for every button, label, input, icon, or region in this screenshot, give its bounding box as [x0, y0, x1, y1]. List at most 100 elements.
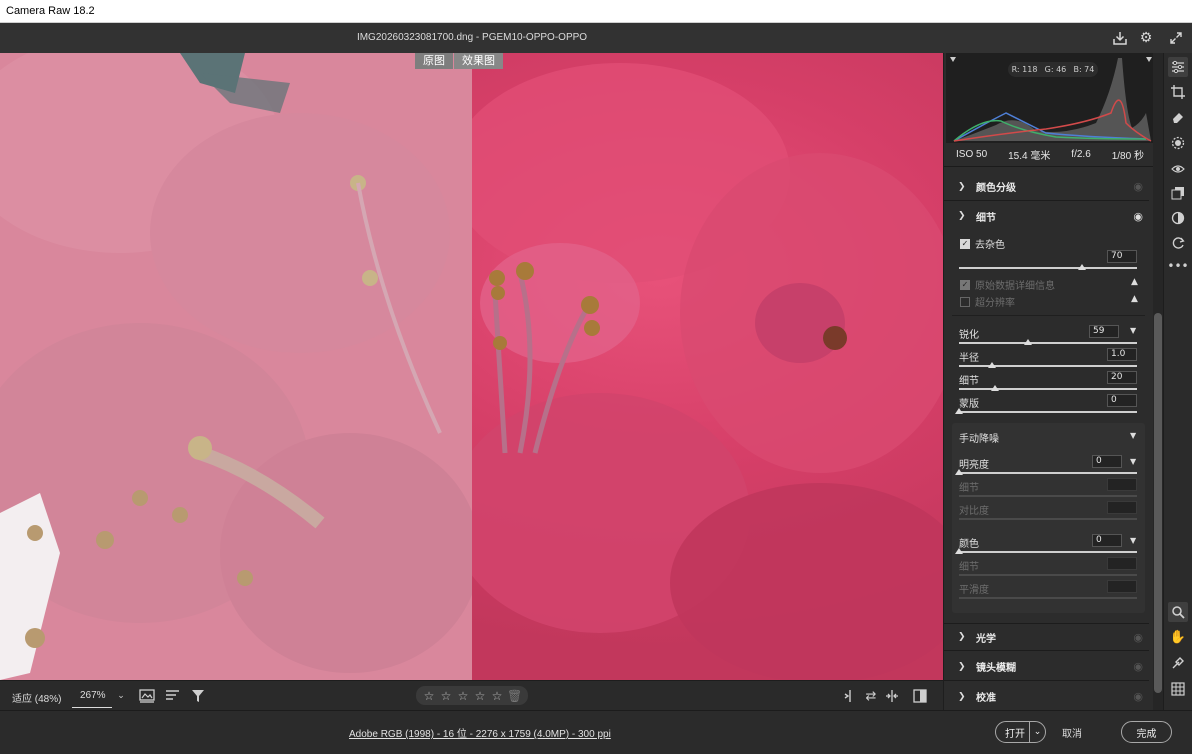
hand-icon[interactable]: ✋ — [1168, 627, 1188, 647]
detail-value-field[interactable]: 20 — [1107, 371, 1137, 384]
before-label: 原图 — [415, 53, 453, 69]
crop-icon[interactable] — [1168, 82, 1188, 102]
section-detail[interactable]: ❯ 细节 ◉ — [944, 202, 1149, 230]
cancel-button[interactable]: 取消 — [1062, 725, 1082, 740]
eraser-icon[interactable] — [1168, 107, 1188, 127]
eye-icon[interactable]: ◉ — [1133, 180, 1143, 193]
fit-zoom-option[interactable]: 适应 (48%) — [12, 690, 61, 705]
denoise-value-field[interactable]: 70 — [1107, 250, 1137, 263]
denoise-checkbox[interactable]: ✓ 去杂色 — [960, 236, 1005, 251]
color-sampler-icon[interactable] — [1168, 653, 1188, 673]
expand-triangle-icon[interactable]: ▼ — [1130, 536, 1136, 545]
checkmark-icon: ✓ — [960, 238, 970, 249]
luminance-slider-thumb[interactable] — [955, 469, 963, 475]
grid-icon[interactable] — [1168, 679, 1188, 699]
scrollbar-thumb[interactable] — [1154, 313, 1162, 693]
star-1-icon[interactable]: ☆ — [422, 689, 436, 703]
raw-details-checkbox[interactable]: ✓ 原始数据详细信息 — [960, 277, 1055, 292]
sharpening-slider[interactable] — [959, 342, 1137, 344]
eye-icon[interactable]: ◉ — [1133, 690, 1143, 703]
edit-sliders-icon[interactable] — [1168, 57, 1188, 77]
red-eye-icon[interactable] — [1168, 159, 1188, 179]
header-bar: IMG20260323081700.dng - PGEM10-OPPO-OPPO… — [0, 23, 1192, 53]
presets-icon[interactable] — [1168, 208, 1188, 228]
filter-icon[interactable] — [189, 687, 207, 705]
expand-triangle-icon[interactable]: ▼ — [1130, 431, 1136, 440]
expand-triangle-icon[interactable]: ▼ — [1130, 326, 1136, 335]
eye-icon[interactable]: ◉ — [1133, 631, 1143, 644]
color-smoothness-slider — [959, 597, 1137, 599]
eye-icon[interactable]: ◉ — [1133, 210, 1143, 223]
copy-settings-icon[interactable] — [883, 687, 901, 705]
denoise-slider-thumb[interactable] — [1078, 264, 1086, 270]
panel-scrollbar[interactable] — [1153, 53, 1163, 710]
star-rating[interactable]: ☆ ☆ ☆ ☆ ☆ 🗑 — [416, 686, 528, 705]
denoise-slider[interactable] — [959, 267, 1137, 269]
masking-value-field[interactable]: 0 — [1107, 394, 1137, 407]
denoise-label: 去杂色 — [975, 240, 1005, 251]
sharpening-slider-thumb[interactable] — [1024, 339, 1032, 345]
histogram: R: 118 G: 46 B: 74 — [946, 53, 1154, 143]
luminance-slider[interactable] — [959, 472, 1137, 474]
luminance-contrast-label: 对比度 — [959, 506, 989, 517]
more-icon[interactable]: ••• — [1167, 256, 1188, 276]
iso-value: ISO 50 — [956, 149, 988, 160]
section-calibration[interactable]: ❯ 校准 ◉ — [944, 683, 1149, 711]
chevron-down-icon[interactable]: ⌄ — [112, 687, 130, 705]
radius-slider[interactable] — [959, 365, 1137, 367]
super-resolution-label: 超分辨率 — [975, 298, 1015, 309]
detail-slider[interactable] — [959, 388, 1137, 390]
luminance-label: 明亮度 — [959, 460, 989, 471]
color-slider-thumb[interactable] — [955, 548, 963, 554]
snapshots-icon[interactable] — [1168, 233, 1188, 253]
detail-slider-thumb[interactable] — [991, 385, 999, 391]
eye-icon[interactable]: ◉ — [1133, 660, 1143, 673]
layers-icon[interactable] — [1168, 183, 1188, 203]
chevron-right-icon: ❯ — [958, 661, 966, 672]
color-slider[interactable] — [959, 551, 1137, 553]
radius-value-field[interactable]: 1.0 — [1107, 348, 1137, 361]
zoom-level-select[interactable]: 267% — [72, 684, 112, 708]
super-resolution-checkbox[interactable]: 超分辨率 — [960, 294, 1015, 309]
section-optics[interactable]: ❯ 光学 ◉ — [944, 623, 1149, 651]
manual-nr-label[interactable]: 手动降噪 — [959, 430, 999, 445]
section-lens-blur[interactable]: ❯ 镜头模糊 ◉ — [944, 653, 1149, 681]
shutter-value: 1/80 秒 — [1111, 151, 1144, 162]
expand-triangle-icon[interactable]: ▼ — [1130, 457, 1136, 466]
fullscreen-icon[interactable] — [1166, 28, 1186, 48]
section-color-grading[interactable]: ❯ 颜色分级 ◉ — [944, 173, 1149, 201]
before-preview — [0, 53, 472, 680]
exif-info: ISO 50 15.4 毫米 f/2.6 1/80 秒 — [944, 143, 1156, 167]
masking-slider[interactable] — [959, 411, 1137, 413]
file-name: IMG20260323081700.dng - PGEM10-OPPO-OPPO — [356, 32, 588, 43]
swap-icon[interactable]: ⇄ — [862, 687, 880, 705]
done-button[interactable]: 完成 — [1121, 721, 1172, 743]
chevron-right-icon: ❯ — [958, 691, 966, 702]
workflow-options-link[interactable]: Adobe RGB (1998) - 16 位 - 2276 x 1759 (4… — [349, 725, 611, 740]
trash-icon[interactable]: 🗑 — [507, 689, 522, 703]
zoom-icon[interactable] — [1168, 602, 1188, 622]
masking-icon[interactable] — [1168, 133, 1188, 153]
color-value-field[interactable]: 0 — [1092, 534, 1122, 547]
luminance-value-field[interactable]: 0 — [1092, 455, 1122, 468]
detail-label: 细节 — [959, 376, 979, 387]
image-view-icon[interactable] — [138, 687, 156, 705]
checkbox-box — [960, 296, 970, 307]
radius-slider-thumb[interactable] — [988, 362, 996, 368]
star-4-icon[interactable]: ☆ — [473, 689, 487, 703]
open-button[interactable]: 打开 ⌄ — [995, 721, 1046, 743]
warning-icon: ▲ — [1131, 294, 1138, 304]
sort-icon[interactable] — [164, 687, 182, 705]
star-2-icon[interactable]: ☆ — [439, 689, 453, 703]
color-detail-slider — [959, 574, 1137, 576]
star-3-icon[interactable]: ☆ — [456, 689, 470, 703]
chevron-down-icon[interactable]: ⌄ — [1029, 722, 1045, 742]
compare-view-icon[interactable] — [911, 687, 929, 705]
star-5-icon[interactable]: ☆ — [490, 689, 504, 703]
before-after-split-icon[interactable] — [841, 687, 859, 705]
save-image-icon[interactable] — [1110, 28, 1130, 48]
masking-slider-thumb[interactable] — [955, 408, 963, 414]
sharpening-value-field[interactable]: 59 — [1089, 325, 1119, 338]
image-preview[interactable]: 原图 效果图 — [0, 53, 943, 680]
settings-gear-icon[interactable]: ⚙ — [1136, 28, 1156, 48]
